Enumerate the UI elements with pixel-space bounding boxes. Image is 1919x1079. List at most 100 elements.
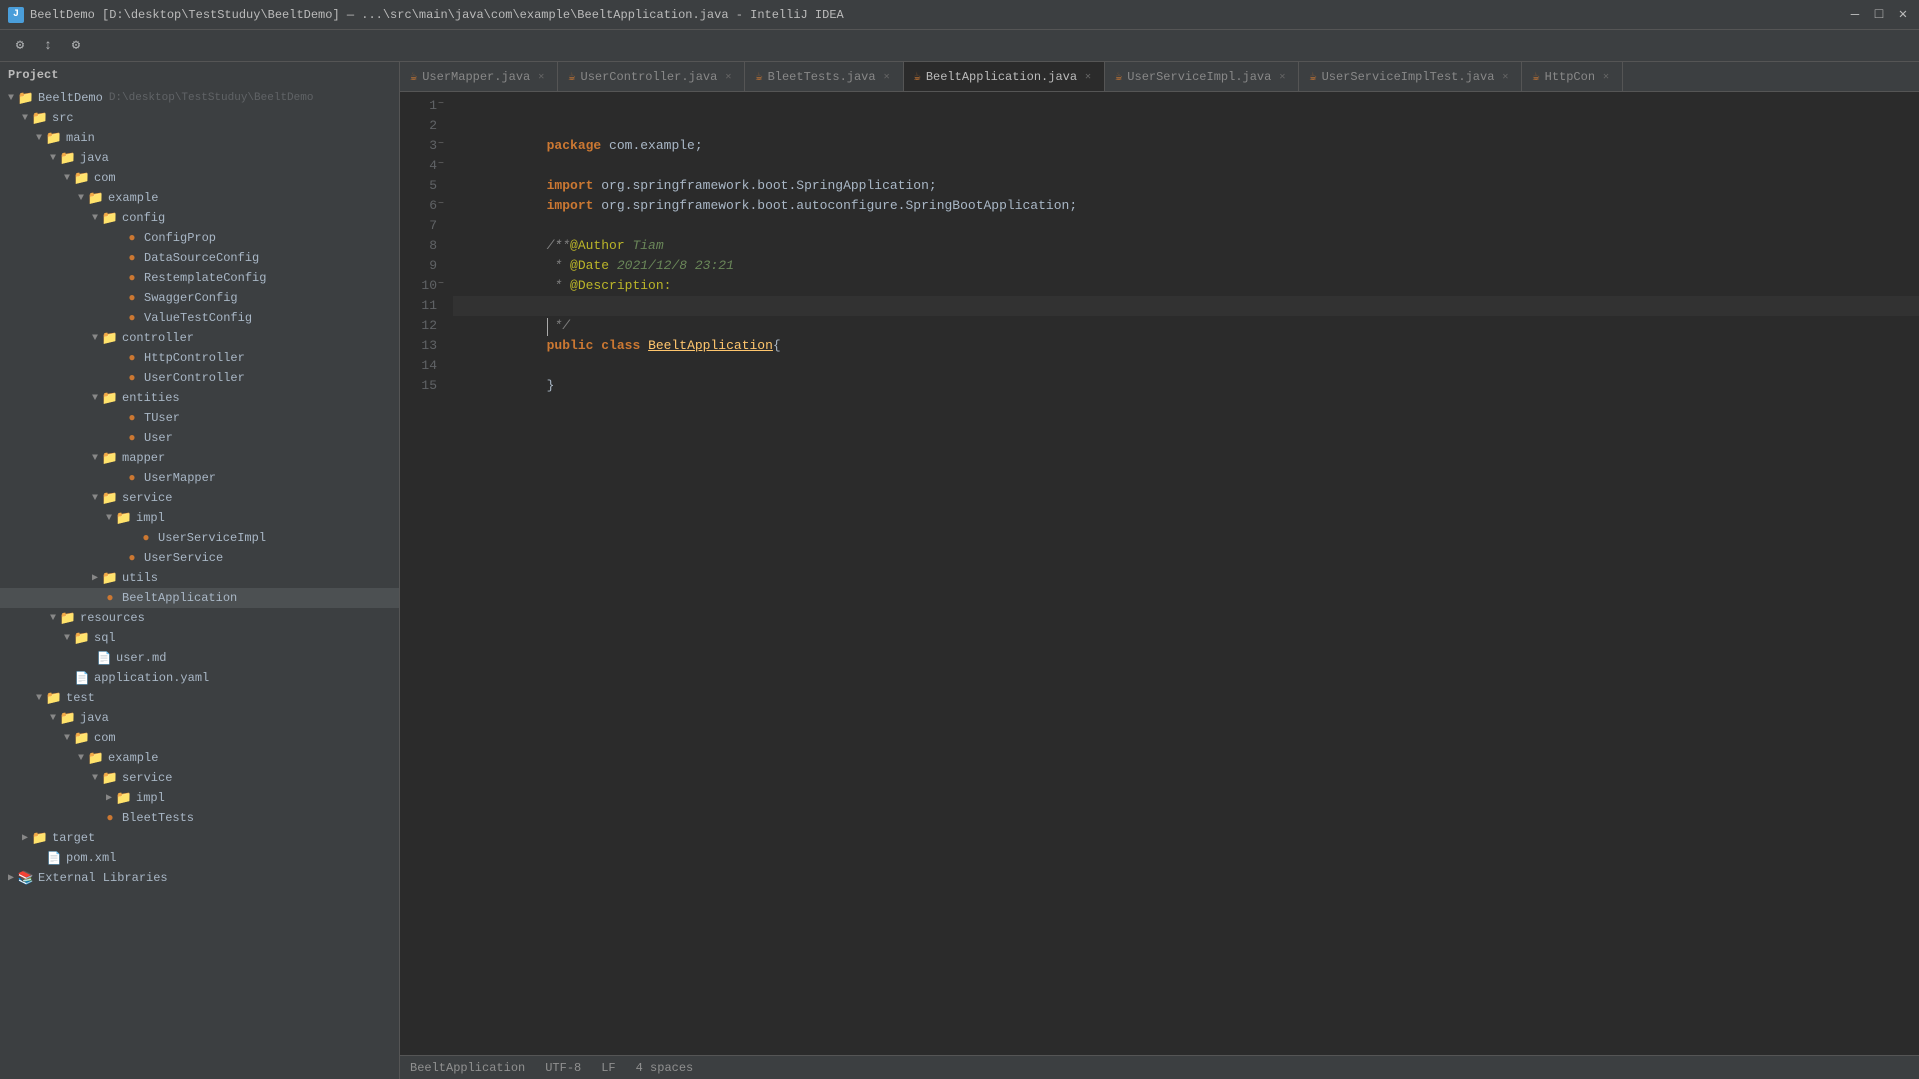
toolbar-btn-3[interactable]: ⚙ <box>64 34 88 58</box>
maximize-button[interactable]: □ <box>1871 7 1887 23</box>
tree-item-user-md[interactable]: 📄 user.md <box>0 648 399 668</box>
line-num-2: 2 <box>400 116 437 136</box>
tree-item-User[interactable]: ● User <box>0 428 399 448</box>
tab-BleetTests[interactable]: ☕ BleetTests.java ✕ <box>745 62 903 91</box>
tree-item-test-service[interactable]: 📁 service <box>0 768 399 788</box>
folder-icon-com: 📁 <box>74 170 90 186</box>
tree-item-BeeltApplication-file[interactable]: ● BeeltApplication <box>0 588 399 608</box>
line-num-9: 9 <box>400 256 437 276</box>
tree-item-impl[interactable]: 📁 impl <box>0 508 399 528</box>
tab-BeeltApplication[interactable]: ☕ BeeltApplication.java ✕ <box>904 62 1105 91</box>
tab-HttpCon[interactable]: ☕ HttpCon ✕ <box>1522 62 1623 91</box>
fold-icon-6[interactable]: − <box>435 199 447 211</box>
folder-icon-external-libraries: 📚 <box>18 870 34 886</box>
tab-icon-BleetTests: ☕ <box>755 69 762 84</box>
tree-label-RestemplateConfig: RestemplateConfig <box>144 271 266 285</box>
code-line-7: * @Author Tiam <box>453 216 1919 236</box>
tree-item-UserService[interactable]: ● UserService <box>0 548 399 568</box>
line-num-15: 15 <box>400 376 437 396</box>
tree-item-TUser[interactable]: ● TUser <box>0 408 399 428</box>
tab-close-BleetTests[interactable]: ✕ <box>881 71 893 83</box>
tab-close-UserMapper[interactable]: ✕ <box>535 71 547 83</box>
title-bar-text: BeeltDemo [D:\desktop\TestStuduy\BeeltDe… <box>30 8 1847 22</box>
tree-item-test-com[interactable]: 📁 com <box>0 728 399 748</box>
res-folder-icon-resources: 📁 <box>60 610 76 626</box>
tree-item-HttpController[interactable]: ● HttpController <box>0 348 399 368</box>
tree-item-example[interactable]: 📁 example <box>0 188 399 208</box>
tab-close-UserServiceImplTest[interactable]: ✕ <box>1499 71 1511 83</box>
tree-arrow-external-libraries <box>4 871 18 885</box>
tree-item-com[interactable]: 📁 com <box>0 168 399 188</box>
fold-icon-10[interactable]: − <box>435 279 447 291</box>
tab-close-UserServiceImpl[interactable]: ✕ <box>1276 71 1288 83</box>
tree-item-pom-xml[interactable]: 📄 pom.xml <box>0 848 399 868</box>
tree-item-sql[interactable]: 📁 sql <box>0 628 399 648</box>
tab-UserServiceImplTest[interactable]: ☕ UserServiceImplTest.java ✕ <box>1299 62 1522 91</box>
tab-close-UserController[interactable]: ✕ <box>722 71 734 83</box>
tree-item-utils[interactable]: 📁 utils <box>0 568 399 588</box>
folder-icon-service: 📁 <box>102 490 118 506</box>
code-line-15 <box>453 376 1919 396</box>
tab-icon-UserServiceImplTest: ☕ <box>1309 69 1316 84</box>
fold-icon-4[interactable]: − <box>435 159 447 171</box>
tree-item-BeeltDemo[interactable]: 📁 BeeltDemo D:\desktop\TestStuduy\BeeltD… <box>0 88 399 108</box>
tree-item-src[interactable]: 📁 src <box>0 108 399 128</box>
tree-item-test-java[interactable]: 📁 java <box>0 708 399 728</box>
tab-UserServiceImpl[interactable]: ☕ UserServiceImpl.java ✕ <box>1105 62 1299 91</box>
code-line-2 <box>453 116 1919 136</box>
window-controls[interactable]: — □ ✕ <box>1847 7 1911 23</box>
tree-item-UserServiceImpl[interactable]: ● UserServiceImpl <box>0 528 399 548</box>
tree-item-entities[interactable]: 📁 entities <box>0 388 399 408</box>
code-line-12: public class BeeltApplication{ <box>453 316 1919 336</box>
tree-label-UserController-file: UserController <box>144 371 245 385</box>
toolbar-btn-1[interactable]: ⚙ <box>8 34 32 58</box>
tab-label-UserServiceImpl: UserServiceImpl.java <box>1127 70 1271 84</box>
tree-item-mapper[interactable]: 📁 mapper <box>0 448 399 468</box>
close-button[interactable]: ✕ <box>1895 7 1911 23</box>
tree-item-main[interactable]: 📁 main <box>0 128 399 148</box>
tree-arrow-main <box>32 131 46 145</box>
tree-item-BleetTests[interactable]: ● BleetTests <box>0 808 399 828</box>
java-file-icon-DataSourceConfig: ● <box>124 250 140 266</box>
fold-icon-1[interactable]: − <box>435 99 447 111</box>
tree-item-UserMapper-file[interactable]: ● UserMapper <box>0 468 399 488</box>
tree-arrow-config <box>88 211 102 225</box>
toolbar-btn-2[interactable]: ↕ <box>36 34 60 58</box>
tree-item-service[interactable]: 📁 service <box>0 488 399 508</box>
folder-icon-entities: 📁 <box>102 390 118 406</box>
tab-close-BeeltApplication[interactable]: ✕ <box>1082 71 1094 83</box>
tree-item-config[interactable]: 📁 config <box>0 208 399 228</box>
tree-item-DataSourceConfig[interactable]: ● DataSourceConfig <box>0 248 399 268</box>
project-sidebar[interactable]: Project 📁 BeeltDemo D:\desktop\TestStudu… <box>0 62 400 1079</box>
tree-arrow-example <box>74 191 88 205</box>
tree-item-ConfigProp[interactable]: ● ConfigProp <box>0 228 399 248</box>
tree-item-ValueTestConfig[interactable]: ● ValueTestConfig <box>0 308 399 328</box>
tree-arrow-src <box>18 111 32 125</box>
tree-item-external-libraries[interactable]: 📚 External Libraries <box>0 868 399 888</box>
tree-item-java[interactable]: 📁 java <box>0 148 399 168</box>
tree-label-sql: sql <box>94 631 116 645</box>
tree-item-SwaggerConfig[interactable]: ● SwaggerConfig <box>0 288 399 308</box>
tab-close-HttpCon[interactable]: ✕ <box>1600 71 1612 83</box>
tab-icon-UserMapper: ☕ <box>410 69 417 84</box>
app-icon: J <box>8 7 24 23</box>
tree-item-RestemplateConfig[interactable]: ● RestemplateConfig <box>0 268 399 288</box>
code-editor[interactable]: 1 2 3 4 5 6 7 8 9 10 11 12 13 14 15 <box>400 92 1919 1055</box>
tree-item-application-yaml[interactable]: 📄 application.yaml <box>0 668 399 688</box>
folder-icon-impl: 📁 <box>116 510 132 526</box>
tree-item-target[interactable]: 📁 target <box>0 828 399 848</box>
tree-item-UserController-file[interactable]: ● UserController <box>0 368 399 388</box>
tab-UserMapper[interactable]: ☕ UserMapper.java ✕ <box>400 62 558 91</box>
fold-icon-3[interactable]: − <box>435 139 447 151</box>
code-container: 1 2 3 4 5 6 7 8 9 10 11 12 13 14 15 <box>400 92 1919 1055</box>
tree-item-resources[interactable]: 📁 resources <box>0 608 399 628</box>
tree-item-test-example[interactable]: 📁 example <box>0 748 399 768</box>
tree-item-controller[interactable]: 📁 controller <box>0 328 399 348</box>
tree-arrow-impl <box>102 511 116 525</box>
tree-item-test-impl[interactable]: 📁 impl <box>0 788 399 808</box>
tab-UserController[interactable]: ☕ UserController.java ✕ <box>558 62 745 91</box>
folder-icon-main: 📁 <box>46 130 62 146</box>
tree-item-test[interactable]: 📁 test <box>0 688 399 708</box>
tree-arrow-com <box>60 171 74 185</box>
minimize-button[interactable]: — <box>1847 7 1863 23</box>
